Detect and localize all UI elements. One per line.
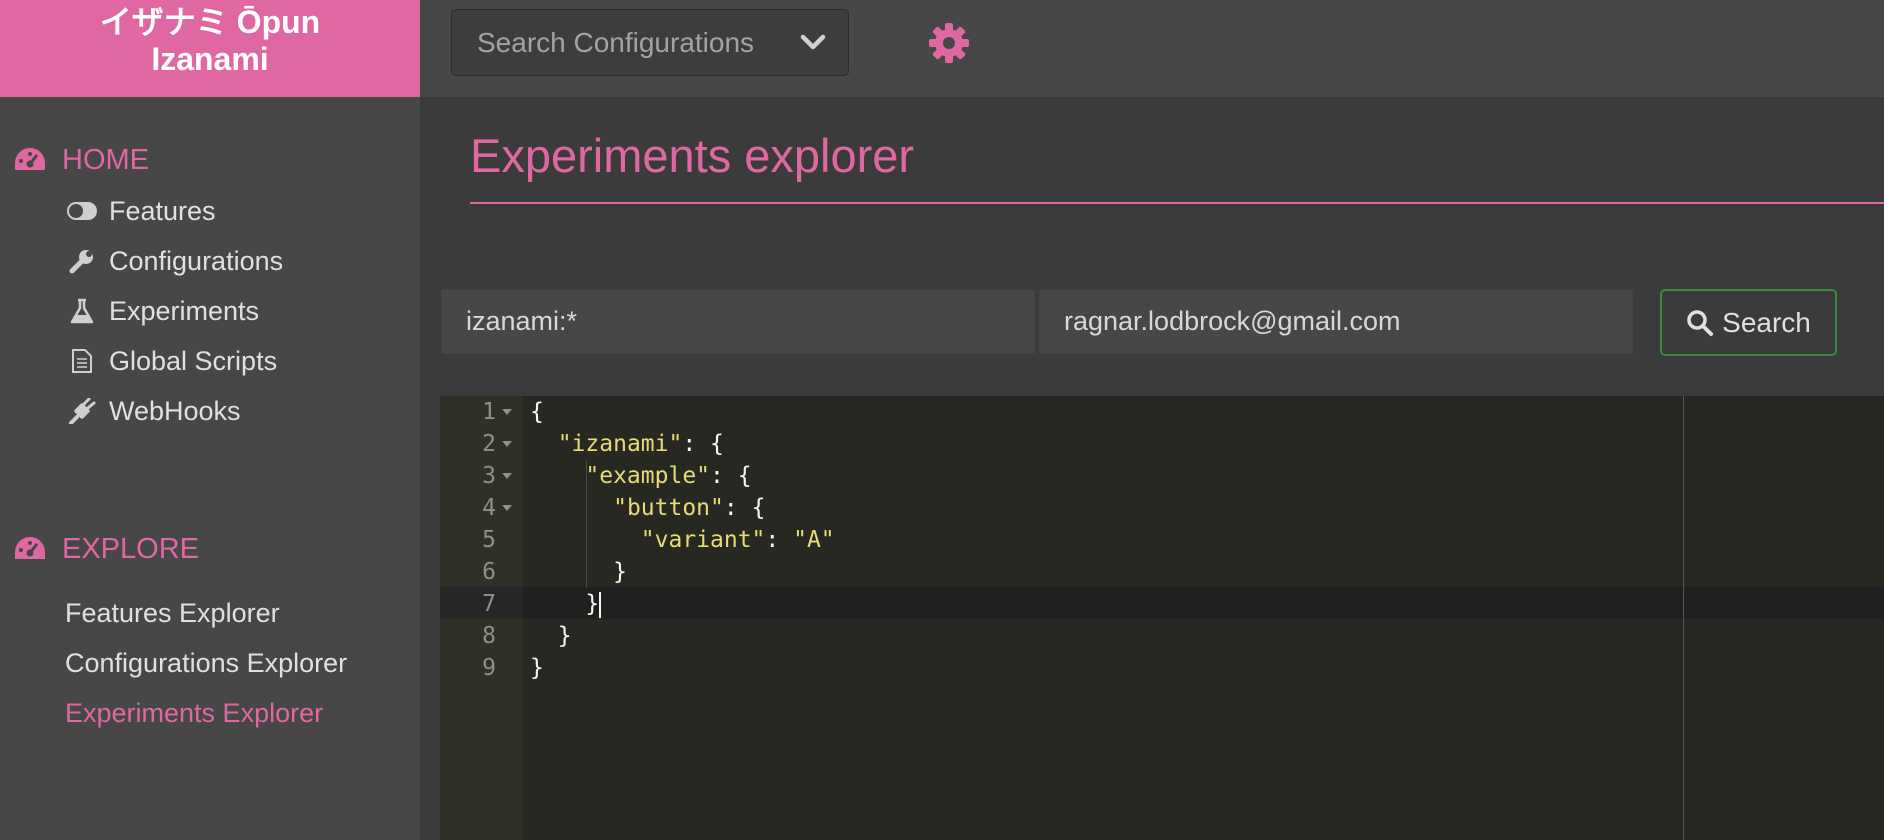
line-number: 1 (482, 399, 496, 425)
sidebar-section-home[interactable]: HOME (14, 142, 149, 178)
pattern-input[interactable]: izanami:* (441, 289, 1035, 354)
title-divider (470, 202, 1884, 204)
client-id-input[interactable]: ragnar.lodbrock@gmail.com (1039, 289, 1633, 354)
line-number: 5 (482, 527, 496, 553)
code-text: "button": { (613, 495, 766, 521)
text-cursor (599, 591, 602, 618)
search-icon (1687, 309, 1714, 336)
line-number: 2 (482, 431, 496, 457)
page-title: Experiments explorer (470, 129, 915, 182)
sidebar-item-global-scripts[interactable]: Global Scripts (65, 343, 277, 379)
flask-icon (65, 298, 99, 324)
code-text: } (530, 623, 572, 649)
dashboard-icon (15, 148, 45, 170)
plug-icon (65, 398, 99, 424)
fold-toggle-icon[interactable] (502, 409, 512, 415)
json-result-editor[interactable]: 1{2 "izanami": {3 "example": {4 "button"… (440, 396, 1884, 840)
sidebar-item-label: Configurations Explorer (65, 647, 348, 678)
toggle-icon (65, 198, 99, 224)
line-number: 9 (482, 655, 496, 681)
sidebar-item-webhooks[interactable]: WebHooks (65, 393, 241, 429)
sidebar-item-label: Features Explorer (65, 597, 280, 628)
brand-title: Izanami (151, 41, 269, 77)
code-text: "izanami": { (557, 431, 724, 457)
search-configurations-select[interactable]: Search Configurations (451, 9, 849, 76)
sidebar-item-label: Experiments Explorer (65, 697, 324, 728)
gear-icon[interactable] (928, 22, 970, 64)
line-number: 7 (482, 591, 496, 617)
code-text: "example": { (585, 463, 752, 489)
fold-toggle-icon[interactable] (502, 505, 512, 511)
sidebar-item-configurations-explorer[interactable]: Configurations Explorer (65, 645, 347, 681)
code-line[interactable]: 1{ (440, 396, 1884, 428)
search-button[interactable]: Search (1660, 289, 1837, 356)
pattern-input-value: izanami:* (466, 306, 578, 336)
code-text: } (530, 559, 627, 585)
sidebar-item-configurations[interactable]: Configurations (65, 243, 283, 279)
code-line[interactable]: 7 } (440, 588, 1884, 620)
dashboard-icon (15, 537, 45, 559)
line-number: 4 (482, 495, 496, 521)
sidebar-explore-label: EXPLORE (62, 532, 199, 565)
wrench-icon (65, 248, 99, 274)
code-line[interactable]: 2 "izanami": { (440, 428, 1884, 460)
fold-toggle-icon[interactable] (502, 473, 512, 479)
code-text: { (530, 399, 544, 425)
code-line[interactable]: 6 } (440, 556, 1884, 588)
sidebar-item-experiments-explorer[interactable]: Experiments Explorer (65, 695, 323, 731)
code-line[interactable]: 8 } (440, 620, 1884, 652)
sidebar-item-label: Features (109, 195, 216, 226)
sidebar: HOME Features Configurations Experiments… (0, 97, 420, 840)
fold-toggle-icon[interactable] (502, 441, 512, 447)
code-line[interactable]: 3 "example": { (440, 460, 1884, 492)
code-text: } (530, 591, 602, 618)
line-number: 3 (482, 463, 496, 489)
search-configurations-placeholder: Search Configurations (477, 27, 755, 58)
file-icon (65, 348, 99, 374)
sidebar-item-features[interactable]: Features (65, 193, 216, 229)
sidebar-item-label: Experiments (109, 295, 260, 326)
sidebar-item-label: Global Scripts (109, 345, 278, 376)
brand-title-japanese: イザナミ Ōpun (99, 4, 321, 40)
brand-logo[interactable]: イザナミ Ōpun Izanami (0, 0, 420, 97)
line-number: 8 (482, 623, 496, 649)
sidebar-item-experiments[interactable]: Experiments (65, 293, 259, 329)
code-line[interactable]: 4 "button": { (440, 492, 1884, 524)
sidebar-section-explore[interactable]: EXPLORE (14, 531, 199, 567)
code-text: "variant": "A" (640, 527, 835, 553)
sidebar-home-label: HOME (62, 143, 149, 176)
code-line[interactable]: 9} (440, 652, 1884, 684)
top-bar: イザナミ Ōpun Izanami Search Configurations (0, 0, 1884, 97)
sidebar-item-features-explorer[interactable]: Features Explorer (65, 595, 280, 631)
chevron-down-icon (800, 34, 826, 50)
sidebar-item-label: Configurations (109, 245, 284, 276)
search-button-label: Search (1722, 306, 1811, 338)
sidebar-item-label: WebHooks (109, 395, 241, 426)
code-line[interactable]: 5 "variant": "A" (440, 524, 1884, 556)
client-id-input-value: ragnar.lodbrock@gmail.com (1064, 306, 1401, 336)
line-number: 6 (482, 559, 496, 585)
code-text: } (530, 655, 544, 681)
